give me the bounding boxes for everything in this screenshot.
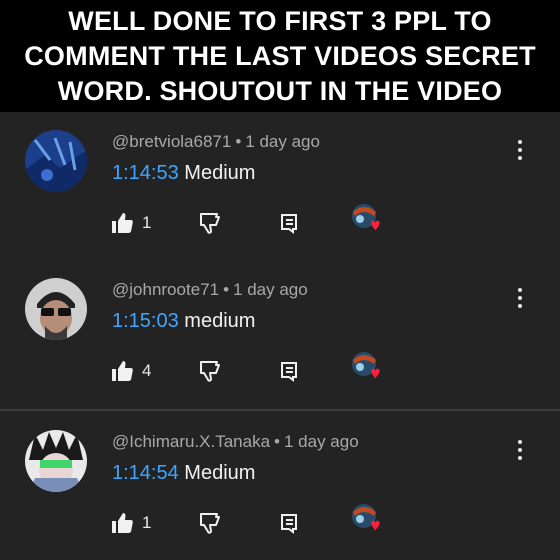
more-vertical-icon[interactable] [508, 436, 532, 464]
creator-heart-icon [352, 352, 380, 379]
comment-item: @johnroote71 • 1 day ago 1:15:03 medium 4 [0, 260, 560, 408]
creator-heart [350, 504, 384, 532]
comment-item: @Ichimaru.X.Tanaka • 1 day ago 1:14:54 Med… [0, 412, 560, 560]
reply-icon [281, 514, 297, 534]
comment-age: 1 day ago [245, 132, 320, 151]
comment-actions: 1 [110, 204, 410, 240]
separator: • [235, 132, 242, 151]
creator-heart-icon [352, 204, 380, 231]
comment-meta: @johnroote71 • 1 day ago [112, 280, 308, 300]
username[interactable]: @bretviola6871 [112, 132, 231, 151]
reply-button[interactable] [278, 210, 300, 236]
like-button[interactable]: 1 [110, 510, 151, 536]
comment-actions: 1 [110, 504, 410, 540]
timestamp-link[interactable]: 1:14:54 [112, 462, 179, 484]
avatar[interactable] [25, 278, 87, 340]
comment-body: 1:14:54 Medium [112, 462, 255, 485]
comment-age: 1 day ago [284, 432, 359, 451]
like-count: 1 [142, 513, 152, 532]
caption-banner: WELL DONE TO FIRST 3 PPL TO COMMENT THE … [0, 0, 560, 112]
thumbs-up-icon [112, 361, 133, 381]
username[interactable]: @Ichimaru.X.Tanaka [112, 432, 270, 451]
reply-icon [281, 214, 297, 234]
separator: • [223, 280, 230, 299]
reply-icon [281, 362, 297, 382]
comment-body: 1:14:53 Medium [112, 162, 255, 185]
comment-meta: @bretviola6871 • 1 day ago [112, 132, 320, 152]
comment-age: 1 day ago [233, 280, 308, 299]
timestamp-link[interactable]: 1:14:53 [112, 162, 179, 184]
thumbs-down-icon [200, 361, 220, 382]
like-count: 1 [142, 213, 152, 232]
dislike-button[interactable] [198, 510, 222, 536]
creator-heart-icon [352, 504, 380, 531]
avatar[interactable] [25, 130, 87, 192]
comment-text: Medium [184, 162, 256, 184]
comment-item: @bretviola6871 • 1 day ago 1:14:53 Medium … [0, 112, 560, 260]
creator-heart [350, 352, 384, 380]
thumbs-up-icon [112, 513, 133, 533]
like-button[interactable]: 4 [110, 358, 151, 384]
comment-list: @bretviola6871 • 1 day ago 1:14:53 Medium … [0, 112, 560, 560]
more-vertical-icon[interactable] [508, 136, 532, 164]
reply-button[interactable] [278, 510, 300, 536]
comment-body: 1:15:03 medium [112, 310, 255, 333]
like-count: 4 [142, 361, 152, 380]
thumbs-up-icon [112, 213, 133, 233]
comment-text: medium [184, 310, 256, 332]
avatar[interactable] [25, 430, 87, 492]
divider [0, 409, 560, 411]
comment-meta: @Ichimaru.X.Tanaka • 1 day ago [112, 432, 359, 452]
thumbs-down-icon [200, 513, 220, 534]
dislike-button[interactable] [198, 358, 222, 384]
thumbs-down-icon [200, 213, 220, 234]
creator-heart [350, 204, 384, 232]
timestamp-link[interactable]: 1:15:03 [112, 310, 179, 332]
comment-actions: 4 [110, 352, 410, 388]
more-vertical-icon[interactable] [508, 284, 532, 312]
comment-text: Medium [184, 462, 256, 484]
reply-button[interactable] [278, 358, 300, 384]
like-button[interactable]: 1 [110, 210, 151, 236]
separator: • [274, 432, 280, 451]
dislike-button[interactable] [198, 210, 222, 236]
username[interactable]: @johnroote71 [112, 280, 219, 299]
caption-text: WELL DONE TO FIRST 3 PPL TO COMMENT THE … [24, 5, 536, 106]
